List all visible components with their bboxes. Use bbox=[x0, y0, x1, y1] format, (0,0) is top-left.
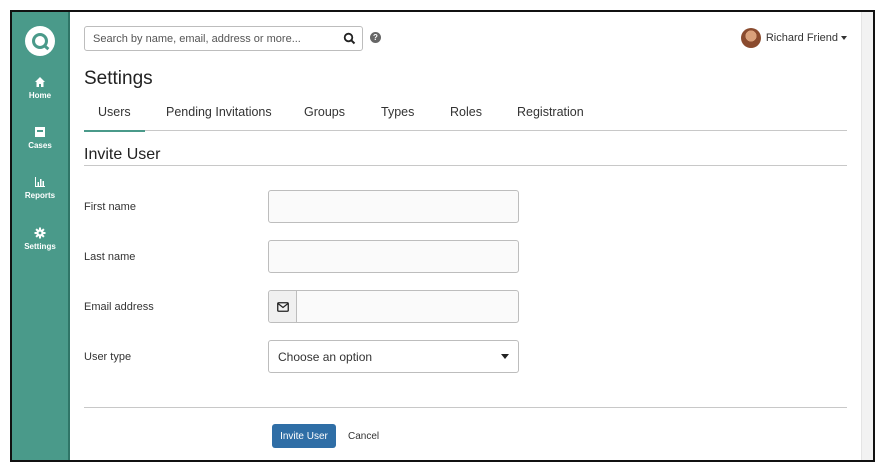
last-name-field[interactable] bbox=[269, 241, 518, 272]
envelope-icon bbox=[276, 301, 289, 312]
tab-types[interactable]: Types bbox=[381, 105, 414, 131]
app-window: Home Cases Reports Settings Search by na… bbox=[10, 10, 875, 462]
tab-registration[interactable]: Registration bbox=[517, 105, 584, 131]
tab-users[interactable]: Users bbox=[84, 105, 145, 132]
first-name-label: First name bbox=[84, 201, 136, 213]
search-icon[interactable] bbox=[343, 32, 356, 45]
email-field-wrap bbox=[268, 290, 546, 323]
sidebar: Home Cases Reports Settings bbox=[12, 12, 68, 460]
sidebar-item-label: Settings bbox=[24, 242, 56, 251]
tab-pending-invitations[interactable]: Pending Invitations bbox=[166, 105, 272, 131]
logo-icon bbox=[32, 33, 48, 49]
first-name-field-wrap bbox=[268, 190, 519, 223]
tab-groups[interactable]: Groups bbox=[304, 105, 345, 131]
sidebar-item-settings[interactable]: Settings bbox=[12, 227, 68, 251]
tab-roles[interactable]: Roles bbox=[450, 105, 482, 131]
search-box bbox=[84, 26, 363, 51]
user-menu[interactable]: Richard Friend bbox=[740, 27, 847, 49]
search-input[interactable] bbox=[93, 27, 333, 50]
sidebar-item-home[interactable]: Home bbox=[12, 76, 68, 100]
scrollbar[interactable] bbox=[861, 12, 873, 460]
sidebar-item-label: Cases bbox=[28, 141, 52, 150]
first-name-field[interactable] bbox=[269, 191, 518, 222]
gear-icon bbox=[34, 227, 46, 239]
section-divider bbox=[84, 165, 847, 166]
chevron-down-icon bbox=[501, 354, 509, 359]
settings-tabs: Users Pending Invitations Groups Types R… bbox=[84, 105, 847, 132]
invite-user-button[interactable]: Invite User bbox=[272, 424, 336, 448]
user-type-label: User type bbox=[84, 351, 132, 363]
section-title: Invite User bbox=[84, 146, 161, 163]
footer-divider bbox=[84, 407, 847, 408]
main-content: ? Richard Friend Settings Users Pending … bbox=[70, 12, 861, 460]
sidebar-item-label: Reports bbox=[24, 191, 56, 200]
user-type-selected: Choose an option bbox=[278, 350, 373, 364]
app-logo[interactable] bbox=[25, 26, 55, 56]
inbox-icon bbox=[35, 127, 45, 137]
last-name-label: Last name bbox=[84, 251, 136, 263]
last-name-field-wrap bbox=[268, 240, 519, 273]
sidebar-item-reports[interactable]: Reports bbox=[12, 176, 68, 200]
email-field[interactable] bbox=[297, 291, 546, 322]
email-label: Email address bbox=[84, 301, 154, 313]
sidebar-item-cases[interactable]: Cases bbox=[12, 126, 68, 150]
cancel-button[interactable]: Cancel bbox=[348, 431, 379, 442]
bar-chart-icon bbox=[35, 177, 45, 187]
chevron-down-icon bbox=[841, 36, 847, 40]
user-type-select[interactable]: Choose an option bbox=[268, 340, 519, 373]
page-title: Settings bbox=[84, 68, 153, 89]
sidebar-item-label: Home bbox=[28, 91, 52, 100]
help-icon[interactable]: ? bbox=[370, 32, 381, 43]
home-icon bbox=[35, 77, 45, 87]
user-name: Richard Friend bbox=[765, 32, 838, 44]
avatar bbox=[740, 28, 761, 48]
email-addon bbox=[269, 291, 297, 322]
